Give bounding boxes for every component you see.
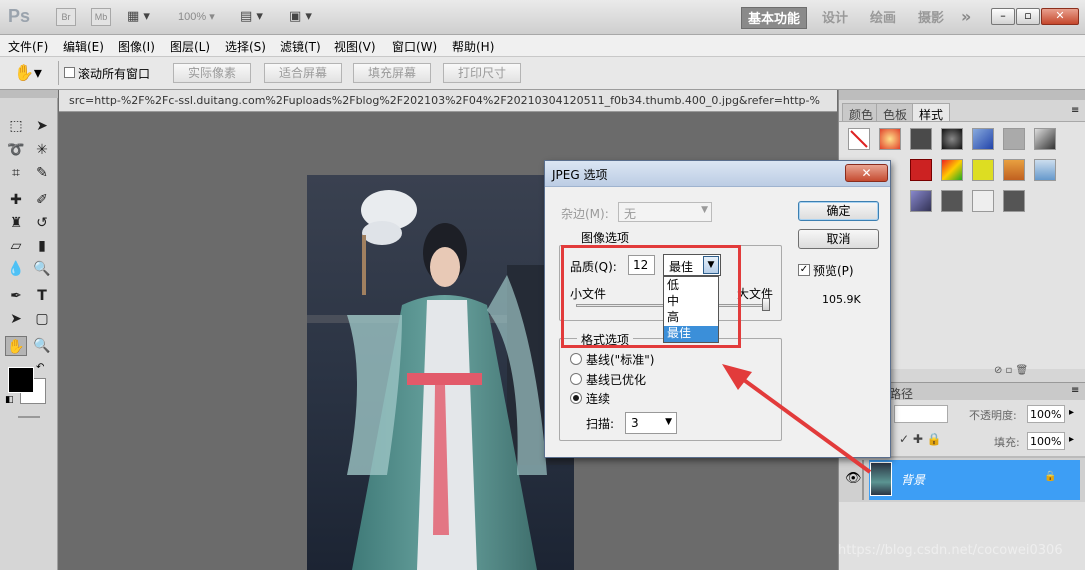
annotation-arrow-icon: [722, 364, 872, 474]
watermark: https://blog.csdn.net/cocowei0306: [838, 543, 1063, 558]
